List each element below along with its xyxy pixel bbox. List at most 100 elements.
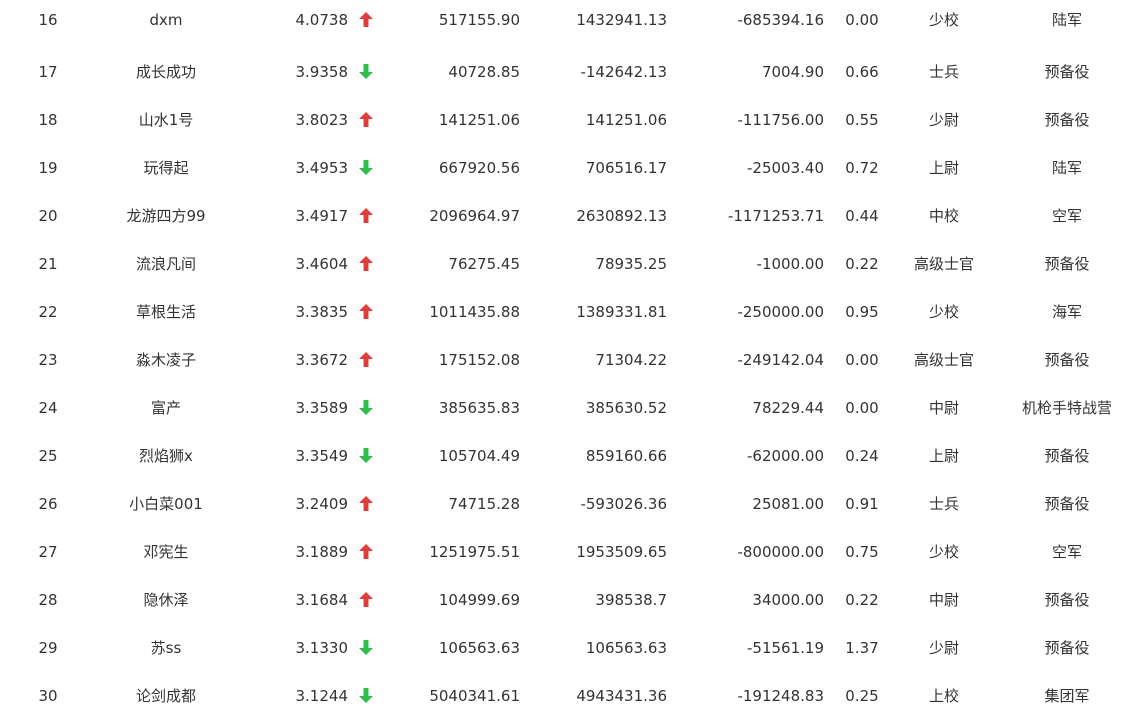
value3-cell: -250000.00	[737, 303, 824, 321]
rank-cell: 20	[38, 207, 58, 225]
value1-cell: 1251975.51	[429, 543, 520, 561]
military-rank-cell: 少校	[928, 543, 959, 561]
score-cell: 3.3835	[295, 303, 349, 321]
name-cell[interactable]: 草根生活	[96, 288, 236, 336]
ratio-cell: 0.00	[845, 399, 879, 417]
value3-cell: -191248.83	[737, 687, 824, 705]
rank-cell: 21	[38, 255, 58, 273]
branch-cell: 机枪手特战营	[1021, 399, 1112, 417]
ratio-cell: 0.55	[845, 111, 879, 129]
ranking-table: 16 dxm 4.0738 517155.90 1432941.13 -6853…	[0, 0, 1134, 720]
table-row[interactable]: 18 山水1号 3.8023 141251.06 141251.06 -1117…	[0, 96, 1134, 144]
table-row[interactable]: 29 苏ss 3.1330 106563.63 106563.63 -51561…	[0, 624, 1134, 672]
name-cell[interactable]: 小白菜001	[96, 480, 236, 528]
name-cell[interactable]: 论剑成都	[96, 672, 236, 720]
name-cell[interactable]: 隐休泽	[96, 576, 236, 624]
military-rank-cell: 少尉	[928, 639, 959, 657]
name-cell[interactable]: 流浪凡间	[96, 240, 236, 288]
score-cell: 3.8023	[295, 111, 349, 129]
value3-cell: -62000.00	[747, 447, 824, 465]
ratio-cell: 1.37	[845, 639, 879, 657]
rank-cell: 22	[38, 303, 58, 321]
value1-cell: 74715.28	[448, 495, 520, 513]
branch-cell: 集团军	[1044, 687, 1090, 705]
name-cell[interactable]: 烈焰狮x	[96, 432, 236, 480]
score-cell: 3.2409	[295, 495, 349, 513]
value3-cell: 34000.00	[752, 591, 824, 609]
branch-cell: 预备役	[1044, 495, 1090, 513]
value1-cell: 2096964.97	[429, 207, 520, 225]
ratio-cell: 0.91	[845, 495, 879, 513]
value3-cell: -1000.00	[756, 255, 824, 273]
value1-cell: 105704.49	[438, 447, 520, 465]
table-row[interactable]: 27 邓宪生 3.1889 1251975.51 1953509.65 -800…	[0, 528, 1134, 576]
table-row[interactable]: 24 富产 3.3589 385635.83 385630.52 78229.4…	[0, 384, 1134, 432]
arrow-up-icon	[357, 528, 375, 576]
name-cell[interactable]: 富产	[96, 384, 236, 432]
military-rank-cell: 中校	[928, 207, 959, 225]
table-row[interactable]: 22 草根生活 3.3835 1011435.88 1389331.81 -25…	[0, 288, 1134, 336]
rank-cell: 16	[38, 11, 58, 29]
name-cell[interactable]: 龙游四方99	[96, 192, 236, 240]
value2-cell: 398538.7	[595, 591, 667, 609]
military-rank-cell: 士兵	[928, 63, 959, 81]
table-row[interactable]: 26 小白菜001 3.2409 74715.28 -593026.36 250…	[0, 480, 1134, 528]
table-row[interactable]: 30 论剑成都 3.1244 5040341.61 4943431.36 -19…	[0, 672, 1134, 720]
table-row[interactable]: 17 成长成功 3.9358 40728.85 -142642.13 7004.…	[0, 48, 1134, 96]
ratio-cell: 0.95	[845, 303, 879, 321]
rank-cell: 28	[38, 591, 58, 609]
value1-cell: 667920.56	[438, 159, 520, 177]
name-cell[interactable]: 玩得起	[96, 144, 236, 192]
name-cell[interactable]: 成长成功	[96, 48, 236, 96]
value3-cell: -1171253.71	[727, 207, 824, 225]
value1-cell: 106563.63	[438, 639, 520, 657]
branch-cell: 空军	[1051, 543, 1082, 561]
rank-cell: 26	[38, 495, 58, 513]
rank-cell: 29	[38, 639, 58, 657]
table-row[interactable]: 28 隐休泽 3.1684 104999.69 398538.7 34000.0…	[0, 576, 1134, 624]
ratio-cell: 0.24	[845, 447, 879, 465]
value3-cell: 78229.44	[752, 399, 824, 417]
military-rank-cell: 高级士官	[913, 351, 974, 369]
military-rank-cell: 中尉	[928, 591, 959, 609]
value2-cell: 78935.25	[595, 255, 667, 273]
arrow-down-icon	[357, 48, 375, 96]
table-row[interactable]: 25 烈焰狮x 3.3549 105704.49 859160.66 -6200…	[0, 432, 1134, 480]
value2-cell: -142642.13	[580, 63, 667, 81]
military-rank-cell: 高级士官	[913, 255, 974, 273]
military-rank-cell: 少校	[928, 11, 959, 29]
value2-cell: 385630.52	[585, 399, 667, 417]
name-cell[interactable]: 山水1号	[96, 96, 236, 144]
table-row[interactable]: 21 流浪凡间 3.4604 76275.45 78935.25 -1000.0…	[0, 240, 1134, 288]
rank-cell: 27	[38, 543, 58, 561]
name-cell[interactable]: dxm	[96, 0, 236, 44]
value2-cell: 2630892.13	[576, 207, 667, 225]
score-cell: 3.3589	[295, 399, 349, 417]
branch-cell: 预备役	[1044, 351, 1090, 369]
name-cell[interactable]: 苏ss	[96, 624, 236, 672]
score-cell: 3.1330	[295, 639, 349, 657]
table-row[interactable]: 20 龙游四方99 3.4917 2096964.97 2630892.13 -…	[0, 192, 1134, 240]
value2-cell: 1432941.13	[576, 11, 667, 29]
name-cell[interactable]: 邓宪生	[96, 528, 236, 576]
score-cell: 3.1244	[295, 687, 349, 705]
arrow-down-icon	[357, 144, 375, 192]
rank-cell: 30	[38, 687, 58, 705]
name-cell[interactable]: 淼木凌子	[96, 336, 236, 384]
score-cell: 3.1889	[295, 543, 349, 561]
score-cell: 3.1684	[295, 591, 349, 609]
arrow-up-icon	[357, 192, 375, 240]
score-cell: 3.9358	[295, 63, 349, 81]
table-row[interactable]: 23 淼木凌子 3.3672 175152.08 71304.22 -24914…	[0, 336, 1134, 384]
military-rank-cell: 少尉	[928, 111, 959, 129]
ratio-cell: 0.75	[845, 543, 879, 561]
value1-cell: 175152.08	[438, 351, 520, 369]
branch-cell: 预备役	[1044, 255, 1090, 273]
value2-cell: 141251.06	[585, 111, 667, 129]
arrow-up-icon	[357, 0, 375, 44]
table-row[interactable]: 16 dxm 4.0738 517155.90 1432941.13 -6853…	[0, 0, 1134, 48]
arrow-up-icon	[357, 480, 375, 528]
table-row[interactable]: 19 玩得起 3.4953 667920.56 706516.17 -25003…	[0, 144, 1134, 192]
arrow-up-icon	[357, 336, 375, 384]
value2-cell: 1389331.81	[576, 303, 667, 321]
